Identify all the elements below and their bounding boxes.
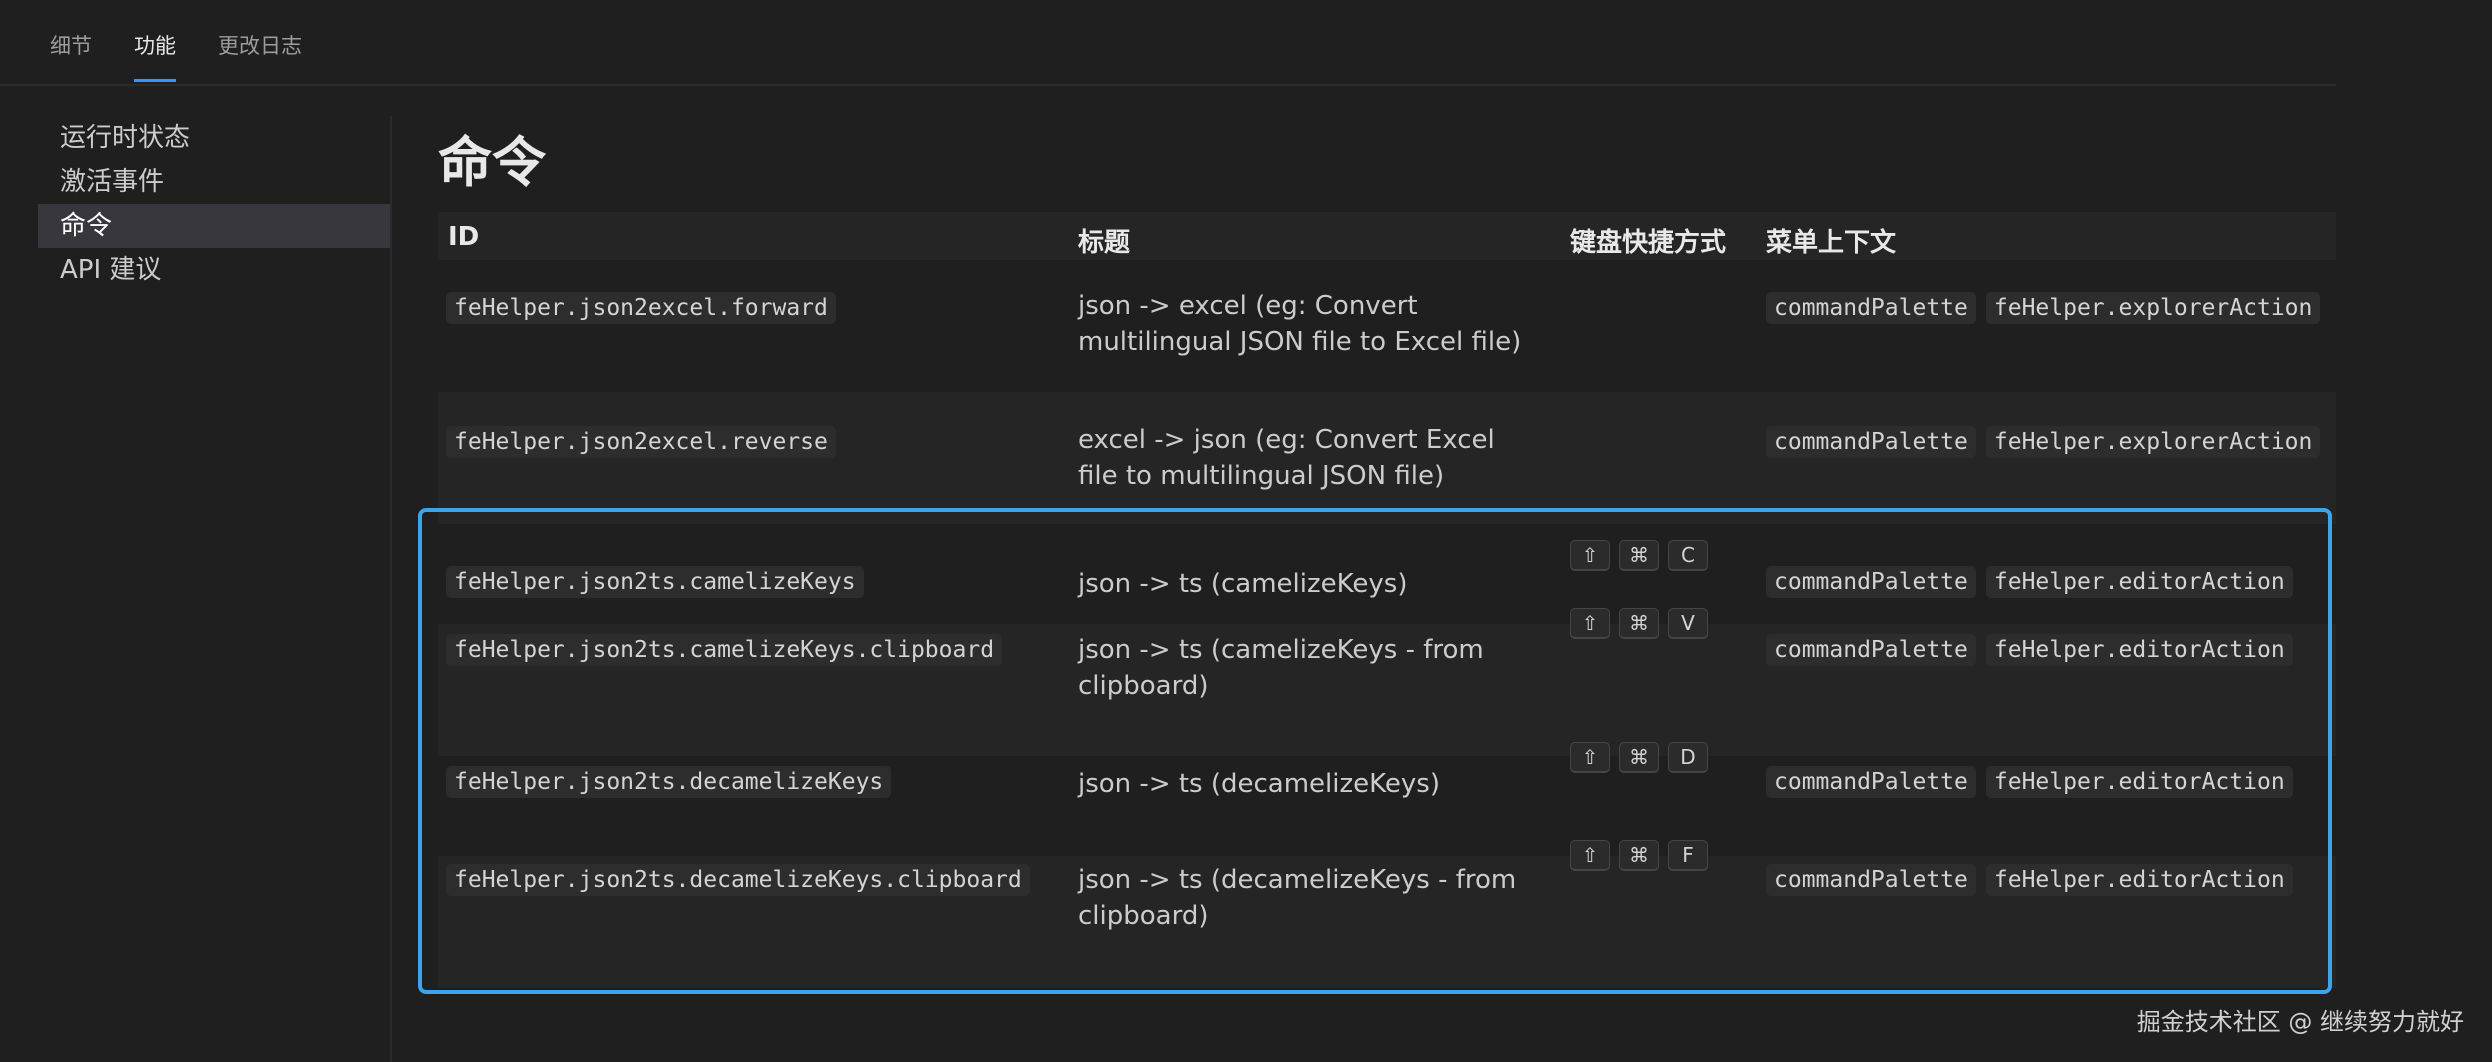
command-id: feHelper.json2ts.decamelizeKeys <box>446 766 892 798</box>
column-header-keybinding: 键盘快捷方式 <box>1570 228 1727 258</box>
menu-contexts: commandPalette feHelper.editorAction <box>1766 766 2293 798</box>
menu-context: commandPalette <box>1766 292 1976 324</box>
letter-key: V <box>1668 608 1708 639</box>
command-key-icon: ⌘ <box>1619 742 1659 773</box>
table-row: feHelper.json2excel.forward json -> excel… <box>438 260 2336 392</box>
features-sidebar: 运行时状态 激活事件 命令 API 建议 <box>38 116 392 292</box>
menu-contexts: commandPalette feHelper.editorAction <box>1766 634 2293 666</box>
menu-context: feHelper.editorAction <box>1985 766 2293 798</box>
letter-key: D <box>1668 742 1708 773</box>
keybinding: ⇧ ⌘ V <box>1570 608 1708 639</box>
keybinding: ⇧ ⌘ F <box>1570 840 1708 871</box>
command-key-icon: ⌘ <box>1619 608 1659 639</box>
menu-context: commandPalette <box>1766 634 1976 666</box>
menu-context: feHelper.editorAction <box>1985 634 2293 666</box>
menu-contexts: commandPalette feHelper.editorAction <box>1766 864 2293 896</box>
menu-context: commandPalette <box>1766 426 1976 458</box>
command-title: json -> ts (decamelizeKeys - from clipbo… <box>1078 865 1517 931</box>
column-header-menu: 菜单上下文 <box>1766 228 1897 258</box>
letter-key: C <box>1668 540 1708 571</box>
sidebar-divider <box>390 116 392 1062</box>
sidebar-item-activation-events[interactable]: 激活事件 <box>38 160 392 204</box>
command-key-icon: ⌘ <box>1619 540 1659 571</box>
shift-key-icon: ⇧ <box>1570 608 1610 639</box>
tab-details[interactable]: 细节 <box>50 30 92 82</box>
menu-contexts: commandPalette feHelper.explorerAction <box>1766 292 2321 324</box>
command-id-cell: feHelper.json2ts.camelizeKeys.clipboard <box>446 634 1003 666</box>
command-title: json -> ts (camelizeKeys) <box>1078 569 1408 599</box>
command-id-cell: feHelper.json2excel.reverse <box>446 426 836 458</box>
menu-contexts: commandPalette feHelper.explorerAction <box>1766 426 2321 458</box>
command-title: excel -> json (eg: Convert Excel file to… <box>1078 425 1495 491</box>
command-id: feHelper.json2excel.forward <box>446 292 836 324</box>
column-header-title: 标题 <box>1078 228 1131 258</box>
command-key-icon: ⌘ <box>1619 840 1659 871</box>
table-header: ID 标题 键盘快捷方式 菜单上下文 <box>438 212 2336 260</box>
command-title: json -> ts (decamelizeKeys) <box>1078 769 1440 799</box>
sidebar-item-runtime-status[interactable]: 运行时状态 <box>38 116 392 160</box>
menu-context: feHelper.explorerAction <box>1985 292 2321 324</box>
command-id: feHelper.json2excel.reverse <box>446 426 836 458</box>
command-id-cell: feHelper.json2excel.forward <box>446 292 836 324</box>
tab-changelog[interactable]: 更改日志 <box>218 30 302 82</box>
command-id: feHelper.json2ts.camelizeKeys <box>446 566 864 598</box>
menu-context: feHelper.explorerAction <box>1985 426 2321 458</box>
editor-tabs: 细节 功能 更改日志 <box>0 0 2336 86</box>
table-row: feHelper.json2ts.decamelizeKeys.clipboar… <box>438 840 2336 988</box>
table-row: feHelper.json2ts.camelizeKeys json -> ts … <box>438 524 2336 624</box>
command-id-cell: feHelper.json2ts.decamelizeKeys <box>446 766 892 798</box>
keybinding: ⇧ ⌘ C <box>1570 540 1708 571</box>
column-header-id: ID <box>448 222 480 252</box>
sidebar-item-api-proposals[interactable]: API 建议 <box>38 248 392 292</box>
menu-context: feHelper.editorAction <box>1985 864 2293 896</box>
menu-context: commandPalette <box>1766 566 1976 598</box>
table-row: feHelper.json2ts.camelizeKeys.clipboard j… <box>438 608 2336 756</box>
table-row: feHelper.json2excel.reverse excel -> json… <box>438 392 2336 524</box>
menu-context: feHelper.editorAction <box>1985 566 2293 598</box>
sidebar-item-commands[interactable]: 命令 <box>38 204 392 248</box>
command-id: feHelper.json2ts.camelizeKeys.clipboard <box>446 634 1003 666</box>
shift-key-icon: ⇧ <box>1570 540 1610 571</box>
watermark: 掘金技术社区 @ 继续努力就好 <box>2136 1008 2464 1036</box>
commands-table: ID 标题 键盘快捷方式 菜单上下文 feHelper.json2excel.f… <box>438 212 2336 988</box>
menu-context: commandPalette <box>1766 864 1976 896</box>
command-id-cell: feHelper.json2ts.camelizeKeys <box>446 566 864 598</box>
letter-key: F <box>1668 840 1708 871</box>
command-title: json -> excel (eg: Convert multilingual … <box>1078 291 1522 357</box>
page-title: 命令 <box>438 131 546 194</box>
table-row: feHelper.json2ts.decamelizeKeys json -> t… <box>438 742 2336 856</box>
shift-key-icon: ⇧ <box>1570 742 1610 773</box>
menu-contexts: commandPalette feHelper.editorAction <box>1766 566 2293 598</box>
shift-key-icon: ⇧ <box>1570 840 1610 871</box>
command-id: feHelper.json2ts.decamelizeKeys.clipboar… <box>446 864 1030 896</box>
command-title: json -> ts (camelizeKeys - from clipboar… <box>1078 635 1484 701</box>
menu-context: commandPalette <box>1766 766 1976 798</box>
command-id-cell: feHelper.json2ts.decamelizeKeys.clipboar… <box>446 864 1030 896</box>
keybinding: ⇧ ⌘ D <box>1570 742 1708 773</box>
tab-features[interactable]: 功能 <box>134 30 176 82</box>
